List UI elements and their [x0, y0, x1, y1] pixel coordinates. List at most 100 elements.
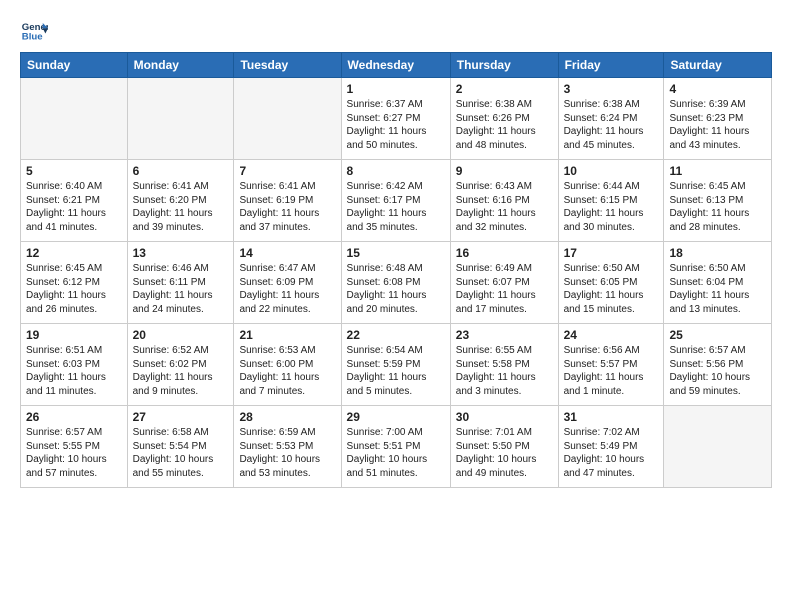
day-info: Sunrise: 6:50 AM Sunset: 6:05 PM Dayligh… [564, 262, 659, 316]
day-info: Sunrise: 6:59 AM Sunset: 5:53 PM Dayligh… [239, 426, 335, 480]
day-info: Sunrise: 6:46 AM Sunset: 6:11 PM Dayligh… [133, 262, 229, 316]
calendar-cell: 15Sunrise: 6:48 AM Sunset: 6:08 PM Dayli… [341, 242, 450, 324]
day-info: Sunrise: 6:39 AM Sunset: 6:23 PM Dayligh… [669, 98, 766, 152]
calendar-table: SundayMondayTuesdayWednesdayThursdayFrid… [20, 52, 772, 488]
day-number: 29 [347, 410, 445, 424]
day-info: Sunrise: 6:40 AM Sunset: 6:21 PM Dayligh… [26, 180, 122, 234]
logo: General Blue [20, 16, 52, 44]
day-number: 16 [456, 246, 553, 260]
day-number: 25 [669, 328, 766, 342]
calendar-cell: 1 Sunrise: 6:37 AM Sunset: 6:27 PM Daylig… [341, 78, 450, 160]
week-row-0: 1 Sunrise: 6:37 AM Sunset: 6:27 PM Daylig… [21, 78, 772, 160]
day-info: Sunrise: 6:43 AM Sunset: 6:16 PM Dayligh… [456, 180, 553, 234]
week-row-1: 5 Sunrise: 6:40 AM Sunset: 6:21 PM Daylig… [21, 160, 772, 242]
day-number: 1 [347, 82, 445, 96]
col-header-sunday: Sunday [21, 53, 128, 78]
calendar-cell: 14 Sunrise: 6:47 AM Sunset: 6:09 PM Dayli… [234, 242, 341, 324]
calendar-cell: 10 Sunrise: 6:44 AM Sunset: 6:15 PM Dayli… [558, 160, 664, 242]
calendar-cell: 30Sunrise: 7:01 AM Sunset: 5:50 PM Dayli… [450, 406, 558, 488]
calendar-cell: 18 Sunrise: 6:50 AM Sunset: 6:04 PM Dayli… [664, 242, 772, 324]
day-number: 27 [133, 410, 229, 424]
day-number: 5 [26, 164, 122, 178]
col-header-monday: Monday [127, 53, 234, 78]
day-info: Sunrise: 6:51 AM Sunset: 6:03 PM Dayligh… [26, 344, 122, 398]
calendar-cell: 13 Sunrise: 6:46 AM Sunset: 6:11 PM Dayli… [127, 242, 234, 324]
calendar-cell: 9 Sunrise: 6:43 AM Sunset: 6:16 PM Daylig… [450, 160, 558, 242]
logo-icon: General Blue [20, 16, 48, 44]
day-number: 13 [133, 246, 229, 260]
day-number: 11 [669, 164, 766, 178]
day-number: 31 [564, 410, 659, 424]
calendar-cell: 8Sunrise: 6:42 AM Sunset: 6:17 PM Daylig… [341, 160, 450, 242]
page-container: General Blue SundayMondayTuesdayWednesda… [0, 0, 792, 498]
day-number: 21 [239, 328, 335, 342]
calendar-header-row: SundayMondayTuesdayWednesdayThursdayFrid… [21, 53, 772, 78]
day-info: Sunrise: 6:47 AM Sunset: 6:09 PM Dayligh… [239, 262, 335, 316]
calendar-cell: 25 Sunrise: 6:57 AM Sunset: 5:56 PM Dayli… [664, 324, 772, 406]
day-number: 23 [456, 328, 553, 342]
day-info: Sunrise: 6:42 AM Sunset: 6:17 PM Dayligh… [347, 180, 445, 234]
day-info: Sunrise: 6:41 AM Sunset: 6:20 PM Dayligh… [133, 180, 229, 234]
day-info: Sunrise: 6:41 AM Sunset: 6:19 PM Dayligh… [239, 180, 335, 234]
day-info: Sunrise: 6:38 AM Sunset: 6:24 PM Dayligh… [564, 98, 659, 152]
day-number: 6 [133, 164, 229, 178]
day-info: Sunrise: 6:44 AM Sunset: 6:15 PM Dayligh… [564, 180, 659, 234]
day-number: 4 [669, 82, 766, 96]
day-info: Sunrise: 6:52 AM Sunset: 6:02 PM Dayligh… [133, 344, 229, 398]
calendar-cell: 4 Sunrise: 6:39 AM Sunset: 6:23 PM Daylig… [664, 78, 772, 160]
calendar-cell [664, 406, 772, 488]
week-row-2: 12 Sunrise: 6:45 AM Sunset: 6:12 PM Dayli… [21, 242, 772, 324]
calendar-cell: 24Sunrise: 6:56 AM Sunset: 5:57 PM Dayli… [558, 324, 664, 406]
calendar-cell: 5 Sunrise: 6:40 AM Sunset: 6:21 PM Daylig… [21, 160, 128, 242]
day-number: 20 [133, 328, 229, 342]
header: General Blue [20, 16, 772, 44]
col-header-friday: Friday [558, 53, 664, 78]
day-number: 12 [26, 246, 122, 260]
day-info: Sunrise: 6:49 AM Sunset: 6:07 PM Dayligh… [456, 262, 553, 316]
calendar-cell: 2Sunrise: 6:38 AM Sunset: 6:26 PM Daylig… [450, 78, 558, 160]
day-info: Sunrise: 7:01 AM Sunset: 5:50 PM Dayligh… [456, 426, 553, 480]
day-info: Sunrise: 6:45 AM Sunset: 6:12 PM Dayligh… [26, 262, 122, 316]
day-info: Sunrise: 6:50 AM Sunset: 6:04 PM Dayligh… [669, 262, 766, 316]
day-number: 28 [239, 410, 335, 424]
day-info: Sunrise: 6:57 AM Sunset: 5:56 PM Dayligh… [669, 344, 766, 398]
calendar-cell: 17 Sunrise: 6:50 AM Sunset: 6:05 PM Dayli… [558, 242, 664, 324]
day-number: 10 [564, 164, 659, 178]
day-number: 14 [239, 246, 335, 260]
calendar-cell: 29Sunrise: 7:00 AM Sunset: 5:51 PM Dayli… [341, 406, 450, 488]
week-row-3: 19 Sunrise: 6:51 AM Sunset: 6:03 PM Dayli… [21, 324, 772, 406]
day-info: Sunrise: 6:55 AM Sunset: 5:58 PM Dayligh… [456, 344, 553, 398]
calendar-cell: 16 Sunrise: 6:49 AM Sunset: 6:07 PM Dayli… [450, 242, 558, 324]
day-info: Sunrise: 6:57 AM Sunset: 5:55 PM Dayligh… [26, 426, 122, 480]
day-info: Sunrise: 6:58 AM Sunset: 5:54 PM Dayligh… [133, 426, 229, 480]
calendar-cell: 7Sunrise: 6:41 AM Sunset: 6:19 PM Daylig… [234, 160, 341, 242]
day-info: Sunrise: 6:53 AM Sunset: 6:00 PM Dayligh… [239, 344, 335, 398]
svg-text:Blue: Blue [22, 32, 43, 43]
calendar-cell: 27 Sunrise: 6:58 AM Sunset: 5:54 PM Dayli… [127, 406, 234, 488]
calendar-cell: 31 Sunrise: 7:02 AM Sunset: 5:49 PM Dayli… [558, 406, 664, 488]
day-number: 22 [347, 328, 445, 342]
day-info: Sunrise: 6:37 AM Sunset: 6:27 PM Dayligh… [347, 98, 445, 152]
day-number: 15 [347, 246, 445, 260]
day-number: 19 [26, 328, 122, 342]
calendar-cell: 3 Sunrise: 6:38 AM Sunset: 6:24 PM Daylig… [558, 78, 664, 160]
col-header-tuesday: Tuesday [234, 53, 341, 78]
calendar-cell: 23 Sunrise: 6:55 AM Sunset: 5:58 PM Dayli… [450, 324, 558, 406]
day-number: 3 [564, 82, 659, 96]
day-info: Sunrise: 6:56 AM Sunset: 5:57 PM Dayligh… [564, 344, 659, 398]
calendar-cell: 11 Sunrise: 6:45 AM Sunset: 6:13 PM Dayli… [664, 160, 772, 242]
day-info: Sunrise: 6:45 AM Sunset: 6:13 PM Dayligh… [669, 180, 766, 234]
day-info: Sunrise: 6:54 AM Sunset: 5:59 PM Dayligh… [347, 344, 445, 398]
calendar-cell [127, 78, 234, 160]
day-number: 9 [456, 164, 553, 178]
calendar-cell [234, 78, 341, 160]
calendar-cell: 6 Sunrise: 6:41 AM Sunset: 6:20 PM Daylig… [127, 160, 234, 242]
col-header-saturday: Saturday [664, 53, 772, 78]
day-number: 18 [669, 246, 766, 260]
calendar-cell: 22 Sunrise: 6:54 AM Sunset: 5:59 PM Dayli… [341, 324, 450, 406]
calendar-cell: 28 Sunrise: 6:59 AM Sunset: 5:53 PM Dayli… [234, 406, 341, 488]
day-number: 17 [564, 246, 659, 260]
calendar-cell: 21 Sunrise: 6:53 AM Sunset: 6:00 PM Dayli… [234, 324, 341, 406]
day-info: Sunrise: 7:02 AM Sunset: 5:49 PM Dayligh… [564, 426, 659, 480]
calendar-cell: 20 Sunrise: 6:52 AM Sunset: 6:02 PM Dayli… [127, 324, 234, 406]
